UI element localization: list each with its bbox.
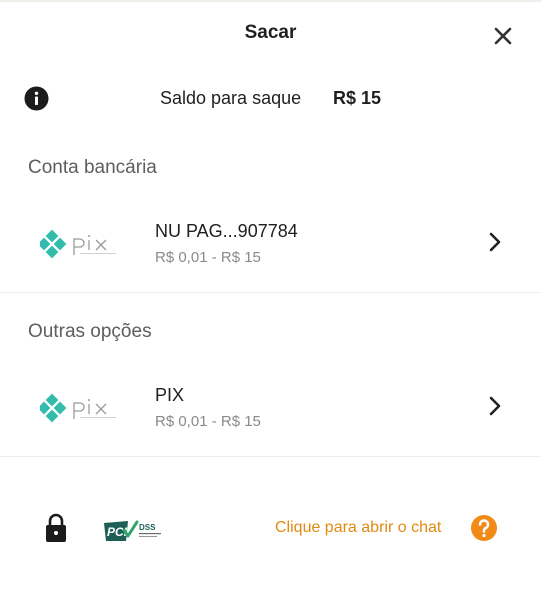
pix-option-item[interactable]: PIX R$ 0,01 - R$ 15 (0, 357, 541, 457)
chevron-right-icon (489, 396, 501, 416)
account-range: R$ 0,01 - R$ 15 (155, 249, 261, 266)
divider (0, 292, 541, 293)
svg-text:DSS: DSS (139, 523, 156, 532)
option-range: R$ 0,01 - R$ 15 (155, 413, 261, 430)
divider (0, 456, 541, 457)
pix-logo (40, 393, 116, 423)
balance-row: Saldo para saque R$ 15 (0, 84, 541, 114)
account-name: NU PAG...907784 (155, 221, 298, 241)
modal-header: Sacar (0, 0, 541, 66)
bank-account-item[interactable]: NU PAG...907784 R$ 0,01 - R$ 15 (0, 193, 541, 293)
pix-logo (40, 229, 116, 259)
lock-icon (46, 513, 66, 542)
info-icon[interactable] (24, 86, 49, 111)
pci-dss-logo: PCI DSS (104, 520, 161, 541)
chevron-right-icon (489, 232, 501, 252)
close-icon (494, 27, 512, 45)
section-title-bank-account: Conta bancária (28, 157, 157, 178)
balance-label: Saldo para saque (160, 88, 302, 108)
balance-value: R$ 15 (333, 88, 382, 108)
question-icon[interactable] (470, 514, 498, 542)
section-title-other-options: Outras opções (28, 321, 152, 342)
option-name: PIX (155, 385, 185, 405)
close-button[interactable] (487, 20, 519, 52)
page-title: Sacar (244, 22, 297, 43)
open-chat-link[interactable]: Clique para abrir o chat (275, 519, 441, 537)
footer: PCI DSS Clique para abrir o chat (0, 508, 541, 552)
